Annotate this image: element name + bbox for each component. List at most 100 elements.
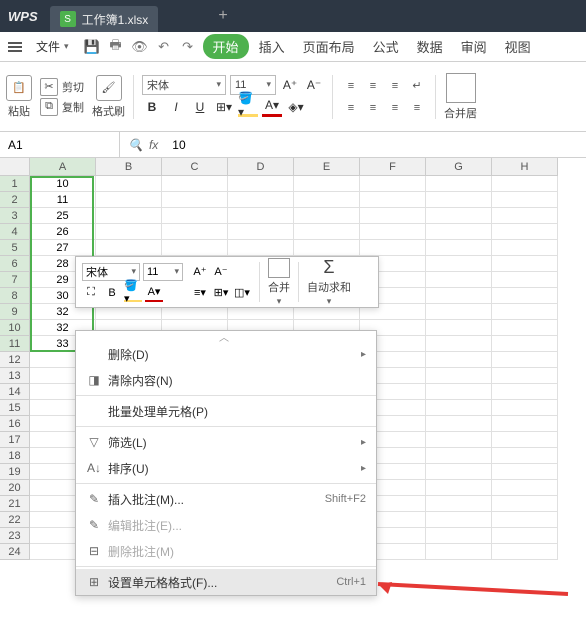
cell[interactable] (492, 432, 558, 448)
undo-icon[interactable]: ↶ (157, 40, 171, 54)
mini-font-color[interactable]: A▾ (145, 284, 163, 302)
row-header[interactable]: 19 (0, 464, 30, 480)
mini-bold[interactable]: B (103, 284, 121, 302)
cell[interactable] (492, 480, 558, 496)
cell[interactable] (426, 176, 492, 192)
cell[interactable]: 25 (30, 208, 96, 224)
col-header[interactable]: H (492, 158, 558, 176)
align-right-icon[interactable]: ≡ (385, 98, 405, 118)
cell[interactable] (294, 192, 360, 208)
wrap-text-icon[interactable]: ↵ (407, 76, 427, 96)
cell[interactable] (162, 208, 228, 224)
cell[interactable] (228, 208, 294, 224)
cell[interactable] (360, 224, 426, 240)
align-left-icon[interactable]: ≡ (341, 98, 361, 118)
cell[interactable] (492, 400, 558, 416)
cell[interactable] (426, 464, 492, 480)
mini-align[interactable]: ≡▾ (191, 284, 209, 302)
cell[interactable] (360, 176, 426, 192)
tab-page-layout[interactable]: 页面布局 (295, 33, 363, 60)
cell[interactable] (228, 240, 294, 256)
row-header[interactable]: 4 (0, 224, 30, 240)
mini-size-select[interactable]: 11▾ (143, 263, 183, 281)
cell[interactable] (426, 304, 492, 320)
cell[interactable] (492, 416, 558, 432)
cell[interactable] (360, 240, 426, 256)
cell[interactable] (492, 320, 558, 336)
row-header[interactable]: 10 (0, 320, 30, 336)
col-header[interactable]: G (426, 158, 492, 176)
cell[interactable] (492, 352, 558, 368)
menu-format-cells[interactable]: ⊞设置单元格格式(F)...Ctrl+1 (76, 569, 376, 595)
cell[interactable] (426, 192, 492, 208)
copy-button[interactable]: ⧉复制 (40, 99, 84, 115)
redo-icon[interactable]: ↷ (181, 40, 195, 54)
col-header[interactable]: A (30, 158, 96, 176)
cell[interactable] (360, 208, 426, 224)
cell[interactable] (492, 512, 558, 528)
cell[interactable] (426, 240, 492, 256)
row-header[interactable]: 18 (0, 448, 30, 464)
cell[interactable] (426, 528, 492, 544)
cell[interactable] (426, 432, 492, 448)
save-icon[interactable]: 💾 (85, 40, 99, 54)
mini-border[interactable]: ⊞▾ (212, 284, 230, 302)
cell[interactable] (96, 176, 162, 192)
align-center-icon[interactable]: ≡ (363, 98, 383, 118)
row-header[interactable]: 12 (0, 352, 30, 368)
cell[interactable] (294, 240, 360, 256)
cell[interactable] (426, 224, 492, 240)
mini-crop-icon[interactable]: ⛶ (82, 284, 100, 302)
cell[interactable] (492, 496, 558, 512)
cell[interactable] (492, 192, 558, 208)
merge-cells-button[interactable]: 合并居 (444, 73, 477, 121)
indent-icon[interactable]: ≡ (407, 98, 427, 118)
cell[interactable] (426, 320, 492, 336)
cell[interactable] (426, 400, 492, 416)
font-name-select[interactable]: 宋体▾ (142, 75, 226, 95)
mini-autosum[interactable]: Σ 自动求和▾ (307, 257, 351, 307)
cell[interactable]: 10 (30, 176, 96, 192)
row-header[interactable]: 15 (0, 400, 30, 416)
row-header[interactable]: 23 (0, 528, 30, 544)
col-header[interactable]: E (294, 158, 360, 176)
col-header[interactable]: D (228, 158, 294, 176)
tab-review[interactable]: 审阅 (453, 33, 495, 60)
cell[interactable] (426, 416, 492, 432)
cell[interactable] (162, 240, 228, 256)
mini-format[interactable]: ◫▾ (233, 284, 251, 302)
cell[interactable] (294, 224, 360, 240)
drag-handle-icon[interactable]: ︿ (76, 331, 376, 341)
name-box[interactable]: A1 (0, 132, 120, 157)
tab-insert[interactable]: 插入 (251, 33, 293, 60)
cell[interactable] (492, 304, 558, 320)
menu-insert-comment[interactable]: ✎插入批注(M)...Shift+F2 (76, 486, 376, 512)
cell[interactable] (228, 192, 294, 208)
row-header[interactable]: 22 (0, 512, 30, 528)
cell[interactable] (228, 224, 294, 240)
cell[interactable] (360, 192, 426, 208)
alignment-group[interactable]: ≡ ≡ ≡ ↵ ≡ ≡ ≡ ≡ (341, 76, 427, 118)
col-header[interactable]: F (360, 158, 426, 176)
fill-color-button[interactable]: 🪣▾ (238, 97, 258, 117)
new-tab-button[interactable]: + (218, 7, 227, 25)
cell[interactable] (426, 352, 492, 368)
cell[interactable] (492, 464, 558, 480)
cell[interactable] (96, 224, 162, 240)
format-painter-button[interactable]: 🖌 格式刷 (92, 75, 125, 119)
cell[interactable] (426, 496, 492, 512)
cell[interactable] (492, 368, 558, 384)
cell[interactable] (492, 176, 558, 192)
tab-view[interactable]: 视图 (497, 33, 539, 60)
phonetic-button[interactable]: ◈▾ (286, 97, 306, 117)
menu-clear[interactable]: ◨清除内容(N) (76, 367, 376, 393)
cell[interactable] (96, 208, 162, 224)
cell[interactable] (492, 528, 558, 544)
paste-group[interactable]: 📋 粘贴 (6, 75, 32, 119)
cell[interactable] (426, 208, 492, 224)
cell[interactable] (492, 224, 558, 240)
select-all-corner[interactable] (0, 158, 30, 176)
mini-fill-color[interactable]: 🪣▾ (124, 284, 142, 302)
row-header[interactable]: 6 (0, 256, 30, 272)
col-header[interactable]: B (96, 158, 162, 176)
